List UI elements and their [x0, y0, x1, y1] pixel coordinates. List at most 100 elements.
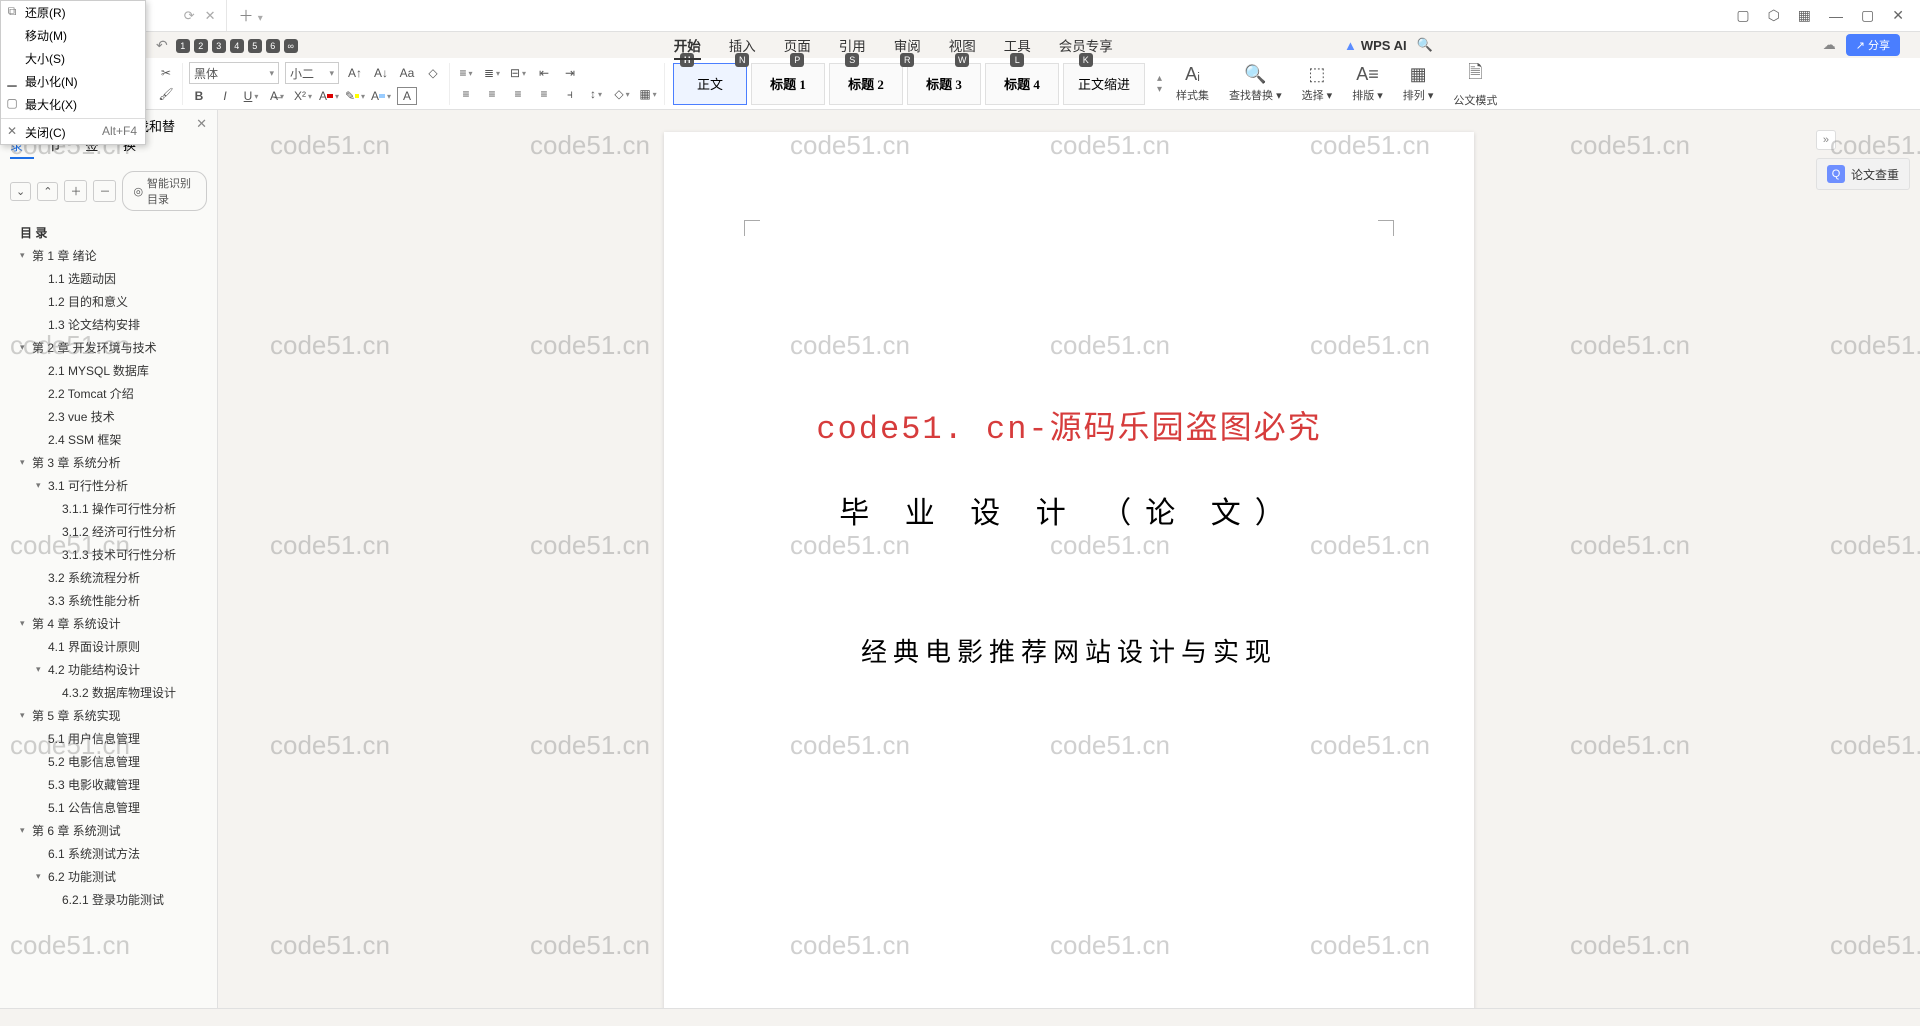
- toc-item[interactable]: ▾第 6 章 系统测试: [6, 819, 217, 842]
- clear-format-icon[interactable]: ◇: [423, 64, 443, 82]
- share-button[interactable]: ↗ 分享: [1846, 34, 1900, 56]
- outdent-icon[interactable]: ⇤: [534, 64, 554, 82]
- font-color-icon[interactable]: A: [319, 87, 339, 105]
- numbering-icon[interactable]: ≣: [482, 64, 502, 82]
- toc-item[interactable]: ▾4.1 界面设计原则: [6, 635, 217, 658]
- qat-badge[interactable]: 4: [230, 39, 244, 53]
- sysmenu-restore[interactable]: ⧉还原(R): [1, 1, 145, 24]
- indent-icon[interactable]: ⇥: [560, 64, 580, 82]
- toc-item[interactable]: ▾3.1.2 经济可行性分析: [6, 520, 217, 543]
- nav-expand-icon[interactable]: ⌄: [10, 182, 31, 201]
- menu-tab-K[interactable]: 会员专享K: [1045, 35, 1127, 55]
- align-right-icon[interactable]: ≡: [508, 85, 528, 103]
- document-area[interactable]: code51. cn-源码乐园盗图必究 毕 业 设 计 （论 文） 经典电影推荐…: [218, 110, 1920, 1008]
- wps-ai-button[interactable]: ▲WPS AI: [1344, 38, 1407, 53]
- shading-icon[interactable]: A: [371, 87, 391, 105]
- tab-close-icon[interactable]: ✕: [205, 8, 216, 24]
- styleset-button[interactable]: Aᵢ样式集: [1166, 64, 1219, 103]
- style-button[interactable]: 标题 3: [907, 63, 981, 105]
- align-center-icon[interactable]: ≡: [482, 85, 502, 103]
- sysmenu-minimize[interactable]: ▁最小化(N): [1, 70, 145, 93]
- highlight-icon[interactable]: ✎: [345, 87, 365, 105]
- justify-icon[interactable]: ≡: [534, 85, 554, 103]
- toc-item[interactable]: ▾5.1 公告信息管理: [6, 796, 217, 819]
- cloud-icon[interactable]: ☁: [1823, 37, 1836, 53]
- menu-tab-L[interactable]: 工具L: [990, 35, 1045, 55]
- toc-item[interactable]: ▾2.2 Tomcat 介绍: [6, 382, 217, 405]
- toc-item[interactable]: ▾3.2 系统流程分析: [6, 566, 217, 589]
- window-icon[interactable]: ▢: [1736, 7, 1749, 24]
- toc-item[interactable]: ▾2.3 vue 技术: [6, 405, 217, 428]
- official-layout-button[interactable]: 🗎公文模式: [1443, 60, 1507, 108]
- grow-font-icon[interactable]: A↑: [345, 64, 365, 82]
- toc-item[interactable]: ▾2.1 MYSQL 数据库: [6, 359, 217, 382]
- border-icon[interactable]: ▦: [638, 85, 658, 103]
- toc-item[interactable]: ▾6.2 功能测试: [6, 865, 217, 888]
- toc-item[interactable]: ▾3.1.3 技术可行性分析: [6, 543, 217, 566]
- toc-item[interactable]: ▾1.3 论文结构安排: [6, 313, 217, 336]
- underline-icon[interactable]: U: [241, 87, 261, 105]
- para-shading-icon[interactable]: ◇: [612, 85, 632, 103]
- shrink-font-icon[interactable]: A↓: [371, 64, 391, 82]
- qat-badge[interactable]: 3: [212, 39, 226, 53]
- multilevel-icon[interactable]: ⊟: [508, 64, 528, 82]
- toc-item[interactable]: 目 录: [6, 221, 217, 244]
- menu-tab-W[interactable]: 视图W: [935, 35, 990, 55]
- toc-item[interactable]: ▾第 2 章 开发环境与技术: [6, 336, 217, 359]
- menu-tab-S[interactable]: 引用S: [825, 35, 880, 55]
- toc-item[interactable]: ▾5.1 用户信息管理: [6, 727, 217, 750]
- bullets-icon[interactable]: ≡: [456, 64, 476, 82]
- search-icon[interactable]: 🔍: [1417, 37, 1433, 53]
- strike-icon[interactable]: A̶: [267, 87, 287, 105]
- toc-item[interactable]: ▾第 3 章 系统分析: [6, 451, 217, 474]
- toc-item[interactable]: ▾4.3.2 数据库物理设计: [6, 681, 217, 704]
- nav-close-icon[interactable]: ✕: [196, 116, 207, 159]
- sysmenu-size[interactable]: 大小(S): [1, 47, 145, 70]
- qat-badge[interactable]: 6: [266, 39, 280, 53]
- bold-icon[interactable]: B: [189, 87, 209, 105]
- tab-refresh-icon[interactable]: ⟳: [184, 8, 195, 24]
- toc-item[interactable]: ▾第 5 章 系统实现: [6, 704, 217, 727]
- align-left-icon[interactable]: ≡: [456, 85, 476, 103]
- paper-check-button[interactable]: Q论文查重: [1816, 158, 1910, 190]
- italic-icon[interactable]: I: [215, 87, 235, 105]
- qat-badge[interactable]: 1: [176, 39, 190, 53]
- toc-item[interactable]: ▾3.1.1 操作可行性分析: [6, 497, 217, 520]
- toc-item[interactable]: ▾1.1 选题动因: [6, 267, 217, 290]
- brush-icon[interactable]: 🖌: [156, 85, 176, 103]
- styles-down-icon[interactable]: ▾: [1157, 84, 1162, 95]
- char-border-icon[interactable]: A: [397, 87, 417, 105]
- distribute-icon[interactable]: ⫞: [560, 85, 580, 103]
- style-button[interactable]: 标题 2: [829, 63, 903, 105]
- style-button[interactable]: 标题 1: [751, 63, 825, 105]
- font-size-select[interactable]: 小二▾: [285, 62, 339, 84]
- font-name-select[interactable]: 黑体▾: [189, 62, 279, 84]
- menu-tab-N[interactable]: 插入N: [715, 35, 770, 55]
- toc-item[interactable]: ▾1.2 目的和意义: [6, 290, 217, 313]
- styles-up-icon[interactable]: ▴: [1157, 73, 1162, 84]
- toc-item[interactable]: ▾第 4 章 系统设计: [6, 612, 217, 635]
- line-spacing-icon[interactable]: ↕: [586, 85, 606, 103]
- sort-button[interactable]: A≡排版 ▾: [1342, 64, 1393, 103]
- select-button[interactable]: ⬚选择 ▾: [1292, 64, 1343, 103]
- toc-item[interactable]: ▾第 1 章 绪论: [6, 244, 217, 267]
- toc-item[interactable]: ▾6.1 系统测试方法: [6, 842, 217, 865]
- menu-tab-R[interactable]: 审阅R: [880, 35, 935, 55]
- qat-badge[interactable]: 5: [248, 39, 262, 53]
- cut-icon[interactable]: ✂: [156, 64, 176, 82]
- super-icon[interactable]: X²: [293, 87, 313, 105]
- nav-add-icon[interactable]: ＋: [64, 180, 87, 202]
- menu-tab-H[interactable]: 开始H: [660, 35, 715, 55]
- style-button[interactable]: 正文缩进: [1063, 63, 1145, 105]
- change-case-icon[interactable]: Aa: [397, 64, 417, 82]
- new-tab-button[interactable]: ＋ ▾: [227, 5, 275, 26]
- style-button[interactable]: 正文: [673, 63, 747, 105]
- toc-item[interactable]: ▾3.3 系统性能分析: [6, 589, 217, 612]
- sysmenu-maximize[interactable]: ▢最大化(X): [1, 93, 145, 116]
- sysmenu-move[interactable]: 移动(M): [1, 24, 145, 47]
- app-icon[interactable]: ▦: [1798, 7, 1811, 24]
- smart-toc-button[interactable]: ◎智能识别目录: [122, 171, 207, 211]
- toc-item[interactable]: ▾5.2 电影信息管理: [6, 750, 217, 773]
- cube-icon[interactable]: ⬡: [1768, 7, 1780, 24]
- close-icon[interactable]: ✕: [1892, 7, 1904, 24]
